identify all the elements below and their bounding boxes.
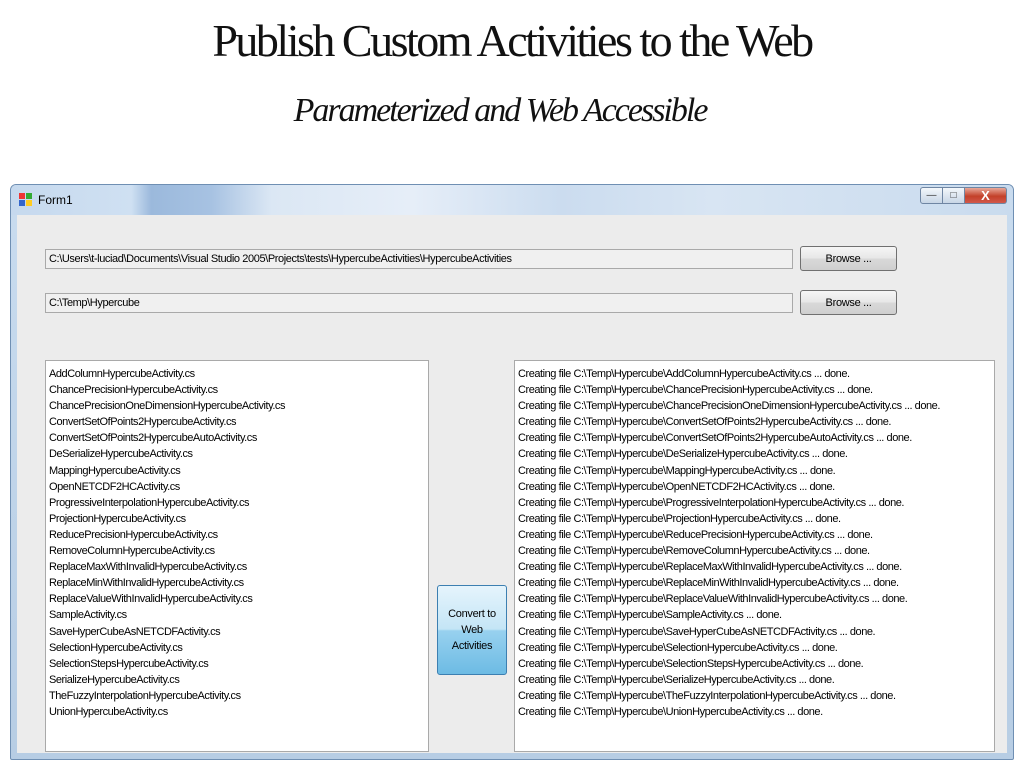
list-item[interactable]: ReducePrecisionHypercubeActivity.cs — [49, 527, 428, 543]
close-icon[interactable]: X — [965, 187, 1007, 204]
log-line: Creating file C:\Temp\Hypercube\ChancePr… — [518, 400, 940, 413]
log-line: Creating file C:\Temp\Hypercube\SampleAc… — [518, 609, 782, 622]
activities-list[interactable]: AddColumnHypercubeActivity.cs ChancePreci… — [45, 360, 429, 752]
log-line: Creating file C:\Temp\Hypercube\Selectio… — [518, 657, 864, 670]
log-line: Creating file C:\Temp\Hypercube\ConvertS… — [518, 432, 912, 445]
convert-to-web-activities-button[interactable]: Convert to Web Activities — [437, 585, 507, 675]
maximize-icon[interactable]: □ — [943, 187, 965, 204]
list-item[interactable]: ConvertSetOfPoints2HypercubeActivity.cs — [49, 414, 428, 430]
window-controls: — □ X — [920, 187, 1007, 205]
browse-output-button[interactable]: Browse ... — [800, 290, 897, 315]
log-line: Creating file C:\Temp\Hypercube\TheFuzzy… — [518, 689, 896, 702]
list-item[interactable]: ReplaceMinWithInvalidHypercubeActivity.c… — [49, 575, 428, 591]
log-line: Creating file C:\Temp\Hypercube\MappingH… — [518, 464, 836, 477]
list-item[interactable]: ConvertSetOfPoints2HypercubeAutoActivity… — [49, 430, 428, 446]
log-line: Creating file C:\Temp\Hypercube\Progress… — [518, 496, 905, 509]
list-item[interactable]: ReplaceValueWithInvalidHypercubeActivity… — [49, 591, 428, 607]
list-item[interactable]: ChancePrecisionHypercubeActivity.cs — [49, 382, 428, 398]
list-item[interactable]: RemoveColumnHypercubeActivity.cs — [49, 543, 428, 559]
list-item[interactable]: DeSerializeHypercubeActivity.cs — [49, 446, 428, 462]
log-line: Creating file C:\Temp\Hypercube\Serializ… — [518, 673, 835, 686]
log-line: Creating file C:\Temp\Hypercube\Selectio… — [518, 641, 838, 654]
list-item[interactable]: SelectionStepsHypercubeActivity.cs — [49, 656, 428, 672]
list-item[interactable]: UnionHypercubeActivity.cs — [49, 704, 428, 720]
log-line: Creating file C:\Temp\Hypercube\ReplaceV… — [518, 593, 908, 606]
log-line: Creating file C:\Temp\Hypercube\ReplaceM… — [518, 561, 902, 574]
browse-source-button[interactable]: Browse ... — [800, 246, 897, 271]
list-item[interactable]: MappingHypercubeActivity.cs — [49, 463, 428, 479]
log-line: Creating file C:\Temp\Hypercube\ConvertS… — [518, 416, 891, 429]
log-line: Creating file C:\Temp\Hypercube\Projecti… — [518, 512, 841, 525]
list-item[interactable]: SelectionHypercubeActivity.cs — [49, 640, 428, 656]
log-line: Creating file C:\Temp\Hypercube\SaveHype… — [518, 625, 876, 638]
windows-form-icon[interactable] — [19, 193, 32, 206]
minimize-icon[interactable]: — — [920, 187, 943, 204]
list-item[interactable]: ProgressiveInterpolationHypercubeActivit… — [49, 495, 428, 511]
list-item[interactable]: OpenNETCDF2HCActivity.cs — [49, 479, 428, 495]
form-client-area: C:\Users\t-luciad\Documents\Visual Studi… — [17, 215, 1007, 753]
list-item[interactable]: SampleActivity.cs — [49, 607, 428, 623]
log-line: Creating file C:\Temp\Hypercube\ReducePr… — [518, 528, 873, 541]
list-item[interactable]: AddColumnHypercubeActivity.cs — [49, 366, 428, 382]
slide-subtitle: Parameterized and Web Accessible — [293, 92, 709, 129]
window-title: Form1 — [38, 193, 73, 207]
source-path-field[interactable]: C:\Users\t-luciad\Documents\Visual Studi… — [45, 249, 793, 269]
output-log: Creating file C:\Temp\Hypercube\AddColum… — [514, 360, 995, 752]
log-line: Creating file C:\Temp\Hypercube\DeSerial… — [518, 448, 848, 461]
list-item[interactable]: SerializeHypercubeActivity.cs — [49, 672, 428, 688]
log-line: Creating file C:\Temp\Hypercube\OpenNETC… — [518, 480, 835, 493]
log-line: Creating file C:\Temp\Hypercube\UnionHyp… — [518, 705, 823, 718]
form-window: Form1 — □ X C:\Users\t-luciad\Documents\… — [10, 184, 1014, 760]
list-item[interactable]: ChancePrecisionOneDimensionHypercubeActi… — [49, 398, 428, 414]
log-line: Creating file C:\Temp\Hypercube\AddColum… — [518, 368, 850, 380]
list-item[interactable]: SaveHyperCubeAsNETCDFActivity.cs — [49, 624, 428, 640]
slide-title: Publish Custom Activities to the Web — [212, 15, 814, 66]
list-item[interactable]: ReplaceMaxWithInvalidHypercubeActivity.c… — [49, 559, 428, 575]
output-path-field[interactable]: C:\Temp\Hypercube — [45, 293, 793, 313]
log-line: Creating file C:\Temp\Hypercube\ReplaceM… — [518, 577, 899, 590]
list-item[interactable]: ProjectionHypercubeActivity.cs — [49, 511, 428, 527]
log-line: Creating file C:\Temp\Hypercube\ChancePr… — [518, 384, 873, 397]
window-titlebar[interactable]: Form1 — □ X — [11, 185, 1013, 215]
log-line: Creating file C:\Temp\Hypercube\RemoveCo… — [518, 545, 870, 558]
list-item[interactable]: TheFuzzyInterpolationHypercubeActivity.c… — [49, 688, 428, 704]
